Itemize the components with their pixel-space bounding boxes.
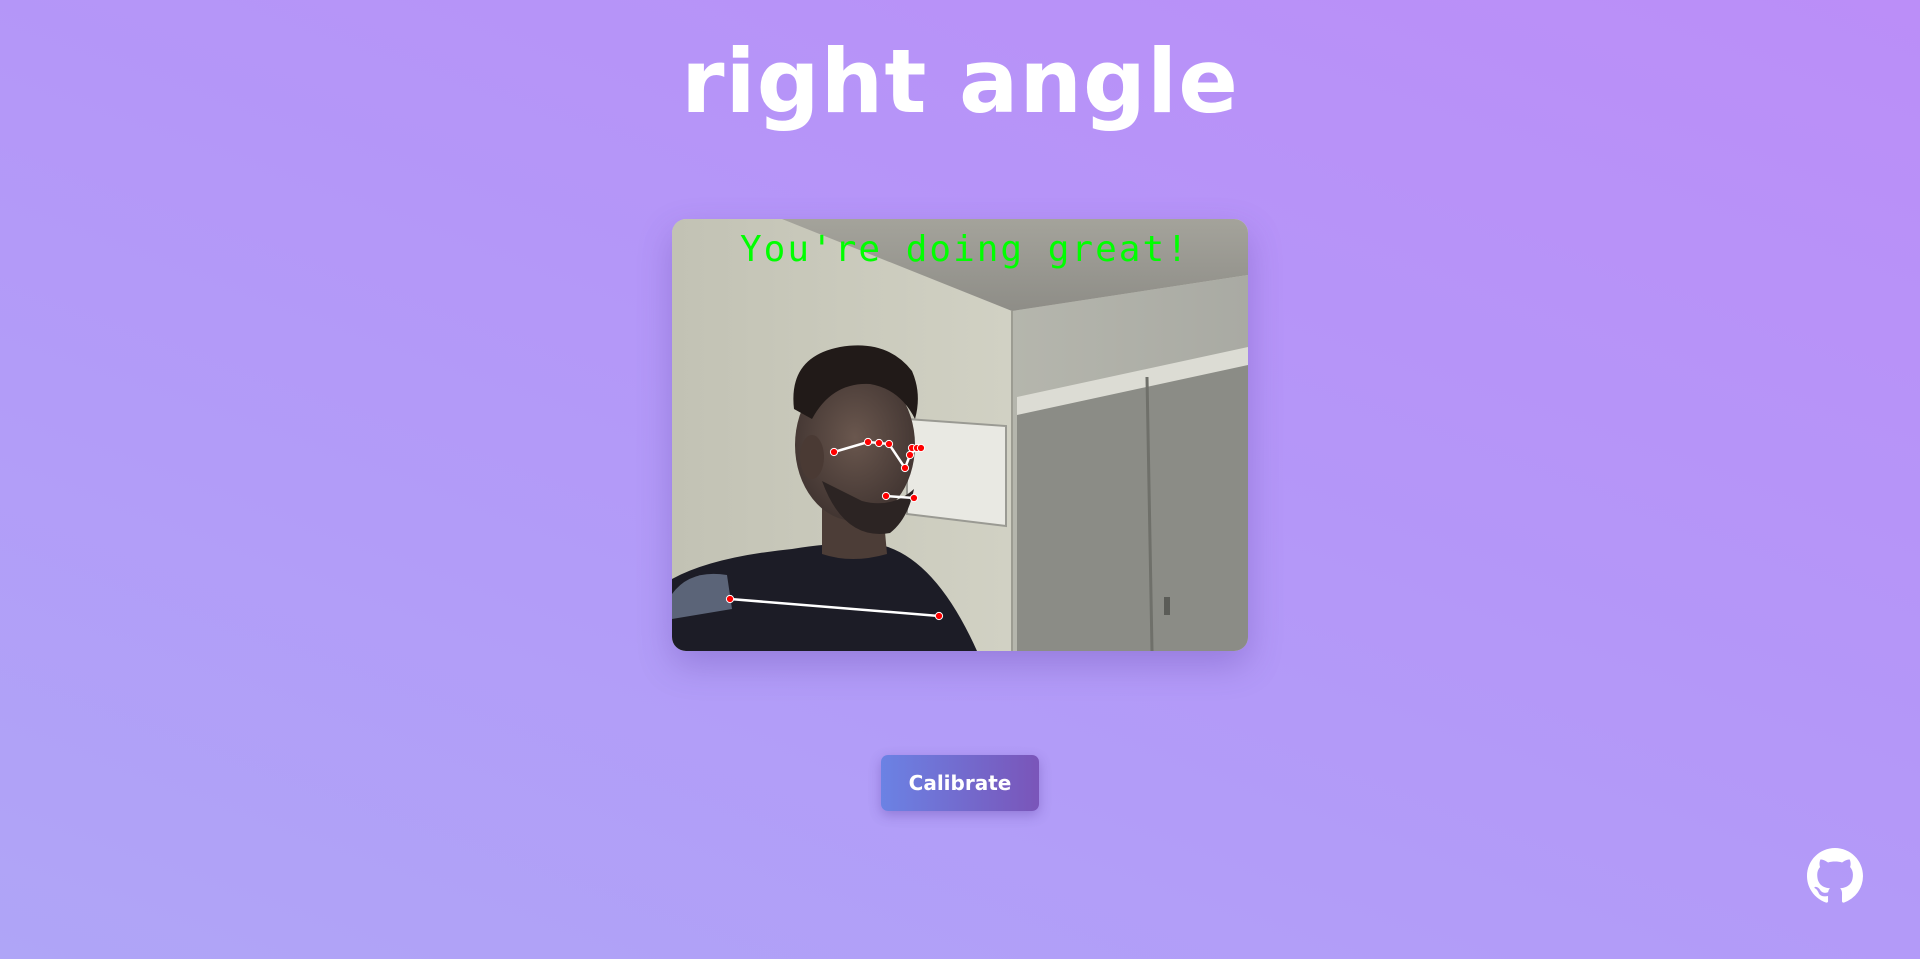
app-title: right angle [681,30,1239,133]
webcam-image: You're doing great! [672,219,1248,651]
github-icon [1807,848,1863,903]
webcam-feed: You're doing great! [672,219,1248,651]
whiteboard [906,417,1007,528]
posture-feedback-text: You're doing great! [740,229,1190,270]
github-link[interactable] [1807,848,1863,904]
calibrate-button[interactable]: Calibrate [881,755,1039,811]
